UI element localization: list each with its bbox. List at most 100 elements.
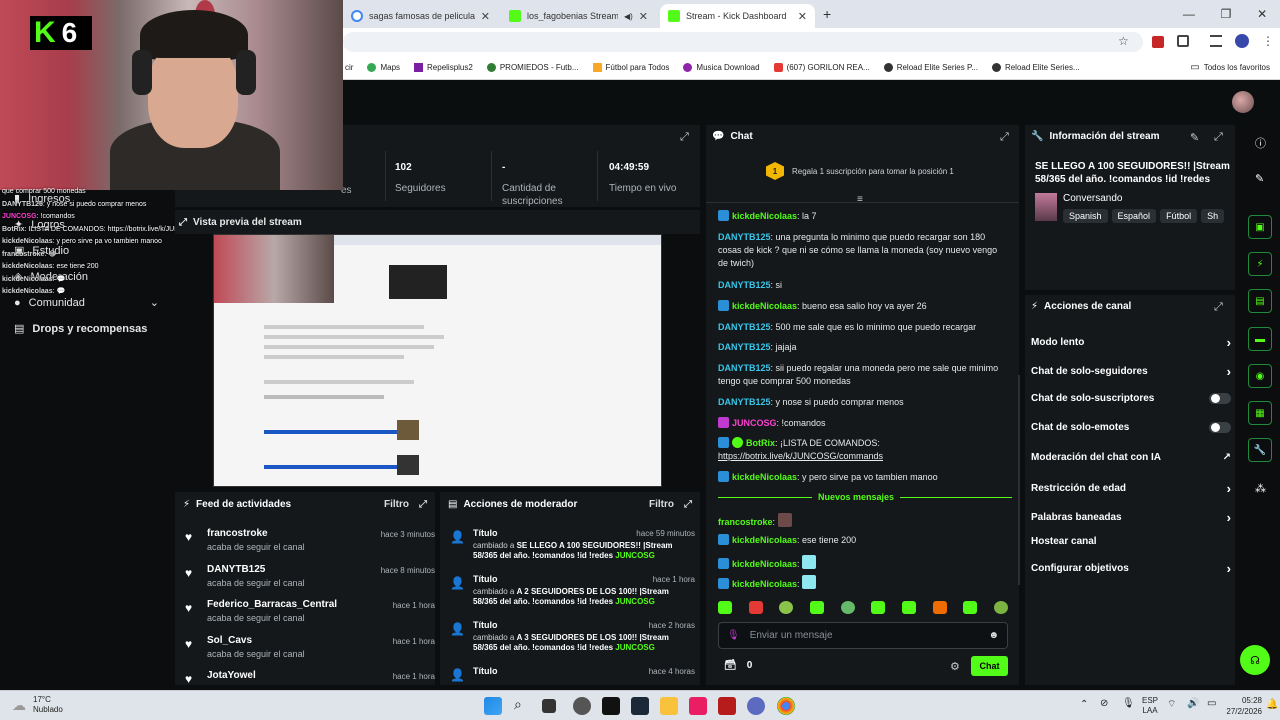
tag[interactable]: Spanish: [1063, 209, 1108, 223]
volume-icon[interactable]: 🔊: [1187, 698, 1199, 709]
expand-icon[interactable]: ⤢: [179, 217, 187, 228]
tab-kick-dashboard[interactable]: Stream - Kick Dashboard ✕: [660, 4, 815, 28]
help-icon[interactable]: ☊: [1240, 645, 1270, 675]
close-icon[interactable]: ✕: [798, 10, 807, 23]
chat-username[interactable]: kickdeNicolaas: [732, 559, 797, 569]
battery-icon[interactable]: ▭: [1207, 698, 1216, 709]
task-view-icon[interactable]: [542, 699, 556, 713]
tag[interactable]: Español: [1111, 209, 1157, 223]
bookmark[interactable]: PROMIEDOS - Futb...: [486, 63, 579, 72]
search-icon[interactable]: ⌕: [514, 696, 522, 713]
windows-start-icon[interactable]: [484, 697, 502, 715]
adobe-icon[interactable]: [718, 697, 736, 715]
filter-button[interactable]: Filtro: [649, 499, 674, 510]
category-name[interactable]: Conversando: [1063, 193, 1122, 204]
notification-icon[interactable]: 🔔: [1266, 699, 1278, 710]
chat-username[interactable]: kickdeNicolaas: [732, 579, 797, 589]
chat-username[interactable]: BotRix: [746, 438, 775, 448]
channel-action-item[interactable]: Chat de solo-emotes: [1031, 422, 1231, 433]
channel-action-item[interactable]: Chat de solo-suscriptores: [1031, 393, 1231, 404]
emote-icon[interactable]: [718, 601, 732, 614]
speaker-icon[interactable]: ◀): [624, 12, 633, 21]
bookmark[interactable]: cir: [345, 63, 353, 72]
info-icon[interactable]: ⓘ: [1255, 135, 1266, 151]
chrome-icon[interactable]: [777, 697, 795, 715]
bolt-icon[interactable]: ⚡: [1248, 252, 1272, 276]
new-messages-divider[interactable]: Nuevos mensajes: [812, 492, 901, 502]
chat-link[interactable]: https://botrix.live/k/JUNCOSG/commands: [718, 451, 883, 461]
new-tab-button[interactable]: +: [823, 6, 831, 22]
bookmark[interactable]: Musica Download: [683, 63, 760, 72]
tag[interactable]: Sh: [1201, 209, 1225, 223]
emote-icon[interactable]: [901, 601, 916, 614]
tab-sagas[interactable]: sagas famosas de peliculas - Bu ✕: [343, 4, 498, 28]
tab-los-fagobenias[interactable]: los_fagobenias Stream - Wa ◀) ✕: [501, 4, 656, 28]
chat-username[interactable]: kickdeNicolaas: [732, 301, 797, 311]
gear-icon[interactable]: ⚙: [950, 660, 960, 673]
chat-username[interactable]: DANYTB125: [718, 363, 771, 373]
chat-input[interactable]: 🎙 Enviar un mensaje ☻: [718, 622, 1008, 649]
chat-username[interactable]: DANYTB125: [718, 397, 771, 407]
emote-icon[interactable]: [963, 601, 978, 614]
channel-action-item[interactable]: Moderación del chat con IA ↗: [1031, 452, 1231, 463]
broadcast-icon[interactable]: ◉: [1248, 364, 1272, 388]
emote-icon[interactable]: [809, 601, 824, 614]
wifi-icon[interactable]: ⌔: [1167, 698, 1176, 711]
pen-icon[interactable]: ✎: [1255, 172, 1264, 185]
steam-icon[interactable]: [631, 697, 649, 715]
emote-icon[interactable]: [779, 601, 794, 614]
profile-icon[interactable]: [1235, 34, 1249, 48]
channel-action-item[interactable]: Restricción de edad ›: [1031, 481, 1231, 496]
weather-widget[interactable]: 17°C Nublado: [33, 695, 63, 715]
emote-icon[interactable]: [993, 601, 1008, 614]
maximize-icon[interactable]: ❐: [1221, 7, 1232, 21]
expand-icon[interactable]: ⤢: [419, 499, 427, 510]
clock[interactable]: 05:28 27/2/2026: [1222, 695, 1262, 717]
language-indicator[interactable]: ESP LAA: [1142, 696, 1158, 716]
bookmark[interactable]: Reload Elite Series...: [991, 63, 1080, 72]
bookmark[interactable]: (607) GORILON REA...: [773, 63, 870, 72]
file-explorer-icon[interactable]: [660, 697, 678, 715]
filter-button[interactable]: Filtro: [384, 499, 409, 510]
tools-icon[interactable]: 🔧: [1248, 438, 1272, 462]
expand-icon[interactable]: ⤢: [1214, 131, 1223, 144]
tag[interactable]: Fútbol: [1160, 209, 1198, 223]
collapse-icon[interactable]: ≡: [857, 194, 863, 205]
send-chat-button[interactable]: Chat: [971, 656, 1008, 676]
mic-icon[interactable]: 🎙: [1122, 698, 1135, 709]
apps-icon[interactable]: ⁂: [1255, 482, 1266, 495]
camera-icon[interactable]: ▣: [1248, 215, 1272, 239]
emote-icon[interactable]: [840, 601, 855, 614]
chat-username[interactable]: francostroke: [718, 517, 773, 527]
media-icon[interactable]: [1210, 35, 1222, 47]
mic-icon[interactable]: 🎙: [727, 630, 740, 641]
puzzle-icon[interactable]: [1177, 35, 1189, 47]
emoji-icon[interactable]: ☻: [988, 630, 999, 641]
address-bar[interactable]: [343, 32, 1143, 52]
chat-username[interactable]: kickdeNicolaas: [732, 472, 797, 482]
bookmark[interactable]: Reload Elite Series P...: [883, 63, 978, 72]
chat-username[interactable]: DANYTB125: [718, 322, 771, 332]
toggle-switch[interactable]: [1209, 393, 1231, 404]
close-icon[interactable]: ✕: [481, 10, 490, 23]
discord-icon[interactable]: [747, 697, 765, 715]
emote-icon[interactable]: [932, 601, 947, 614]
chat-username[interactable]: kickdeNicolaas: [732, 535, 797, 545]
chat-username[interactable]: kickdeNicolaas: [732, 211, 797, 221]
chat-bubble-icon[interactable]: ▬: [1248, 327, 1272, 351]
expand-icon[interactable]: ⤢: [684, 499, 692, 510]
obs-icon[interactable]: [573, 697, 591, 715]
close-icon[interactable]: ✕: [639, 10, 648, 23]
chat-username[interactable]: JUNCOSG: [732, 418, 777, 428]
chat-username[interactable]: DANYTB125: [718, 342, 771, 352]
channel-action-item[interactable]: Modo lento ›: [1031, 335, 1231, 350]
channel-action-item[interactable]: Chat de solo-seguidores ›: [1031, 364, 1231, 379]
channel-action-item[interactable]: Hostear canal: [1031, 536, 1231, 547]
minimize-icon[interactable]: —: [1183, 7, 1195, 21]
avatar[interactable]: [1232, 91, 1254, 113]
network-icon[interactable]: ⊘: [1100, 698, 1108, 709]
chevron-up-icon[interactable]: ⌃: [1080, 699, 1088, 710]
app-icon[interactable]: [602, 697, 620, 715]
star-icon[interactable]: ☆: [1118, 34, 1129, 48]
channel-action-item[interactable]: Palabras baneadas ›: [1031, 510, 1231, 525]
